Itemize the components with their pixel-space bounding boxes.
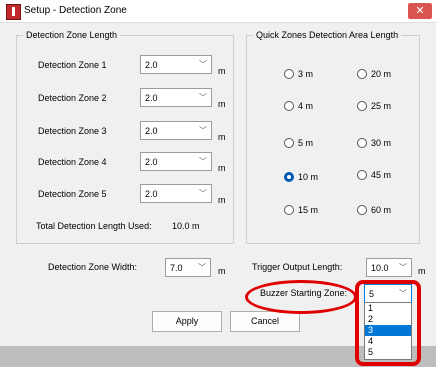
zone-4-label: Detection Zone 4 (38, 157, 107, 167)
radio-label: 20 m (371, 69, 392, 79)
close-button[interactable]: ✕ (408, 3, 432, 19)
title-bar: Setup - Detection Zone ✕ (0, 0, 436, 23)
radio-circle-checked (284, 172, 294, 182)
chevron-down-icon: ﹀ (199, 126, 207, 135)
chevron-down-icon: ﹀ (399, 263, 407, 272)
radio-label: 10 m (298, 172, 319, 182)
radio-label: 5 m (298, 138, 314, 148)
zone-3-value: 2.0 (145, 126, 158, 136)
zone-2-unit: m (218, 99, 226, 109)
radio-label: 3 m (298, 69, 314, 79)
chevron-down-icon: ﹀ (199, 93, 207, 102)
trigger-length-value: 10.0 (371, 263, 389, 273)
radio-label: 30 m (371, 138, 392, 148)
total-length-label: Total Detection Length Used: (36, 221, 152, 231)
zone-width-label: Detection Zone Width: (48, 262, 138, 272)
window-title: Setup - Detection Zone (24, 5, 127, 16)
zone-5-unit: m (218, 195, 226, 205)
apply-button[interactable]: Apply (152, 311, 222, 332)
radio-circle (284, 69, 294, 79)
chevron-down-icon: ﹀ (199, 60, 207, 69)
chevron-down-icon: ﹀ (199, 157, 207, 166)
zone-1-value: 2.0 (145, 60, 158, 70)
zone-5-select[interactable]: 2.0 ﹀ (140, 184, 212, 203)
radio-circle (284, 138, 294, 148)
trigger-length-select[interactable]: 10.0 ﹀ (366, 258, 412, 277)
close-icon: ✕ (415, 5, 425, 17)
trigger-length-unit: m (418, 266, 426, 276)
quick-zones-legend: Quick Zones Detection Area Length (256, 30, 399, 40)
zone-4-value: 2.0 (145, 157, 158, 167)
zone-4-unit: m (218, 163, 226, 173)
detection-zone-length-legend: Detection Zone Length (26, 30, 118, 40)
trigger-length-label: Trigger Output Length: (252, 262, 343, 272)
radio-circle (284, 101, 294, 111)
annotation-ellipse (245, 280, 357, 314)
radio-circle (357, 101, 367, 111)
radio-label: 15 m (298, 205, 319, 215)
zone-width-unit: m (218, 266, 226, 276)
zone-width-value: 7.0 (170, 263, 183, 273)
zone-3-select[interactable]: 2.0 ﹀ (140, 121, 212, 140)
radio-circle (357, 205, 367, 215)
chevron-down-icon: ﹀ (199, 189, 207, 198)
radio-circle (284, 205, 294, 215)
annotation-rectangle (355, 280, 421, 366)
total-length-value: 10.0 m (172, 221, 200, 231)
zone-2-select[interactable]: 2.0 ﹀ (140, 88, 212, 107)
radio-circle (357, 138, 367, 148)
radio-circle (357, 69, 367, 79)
zone-2-label: Detection Zone 2 (38, 93, 107, 103)
chevron-down-icon: ﹀ (198, 263, 206, 272)
zone-1-unit: m (218, 66, 226, 76)
app-icon (6, 4, 21, 20)
radio-label: 45 m (371, 170, 392, 180)
zone-1-select[interactable]: 2.0 ﹀ (140, 55, 212, 74)
radio-circle (357, 170, 367, 180)
radio-label: 4 m (298, 101, 314, 111)
zone-2-value: 2.0 (145, 93, 158, 103)
quick-zones-group: Quick Zones Detection Area Length (246, 30, 420, 244)
zone-4-select[interactable]: 2.0 ﹀ (140, 152, 212, 171)
radio-label: 60 m (371, 205, 392, 215)
cancel-button[interactable]: Cancel (230, 311, 300, 332)
radio-label: 25 m (371, 101, 392, 111)
zone-3-unit: m (218, 132, 226, 142)
zone-3-label: Detection Zone 3 (38, 126, 107, 136)
zone-1-label: Detection Zone 1 (38, 60, 107, 70)
zone-width-select[interactable]: 7.0 ﹀ (165, 258, 211, 277)
zone-5-value: 2.0 (145, 189, 158, 199)
zone-5-label: Detection Zone 5 (38, 189, 107, 199)
